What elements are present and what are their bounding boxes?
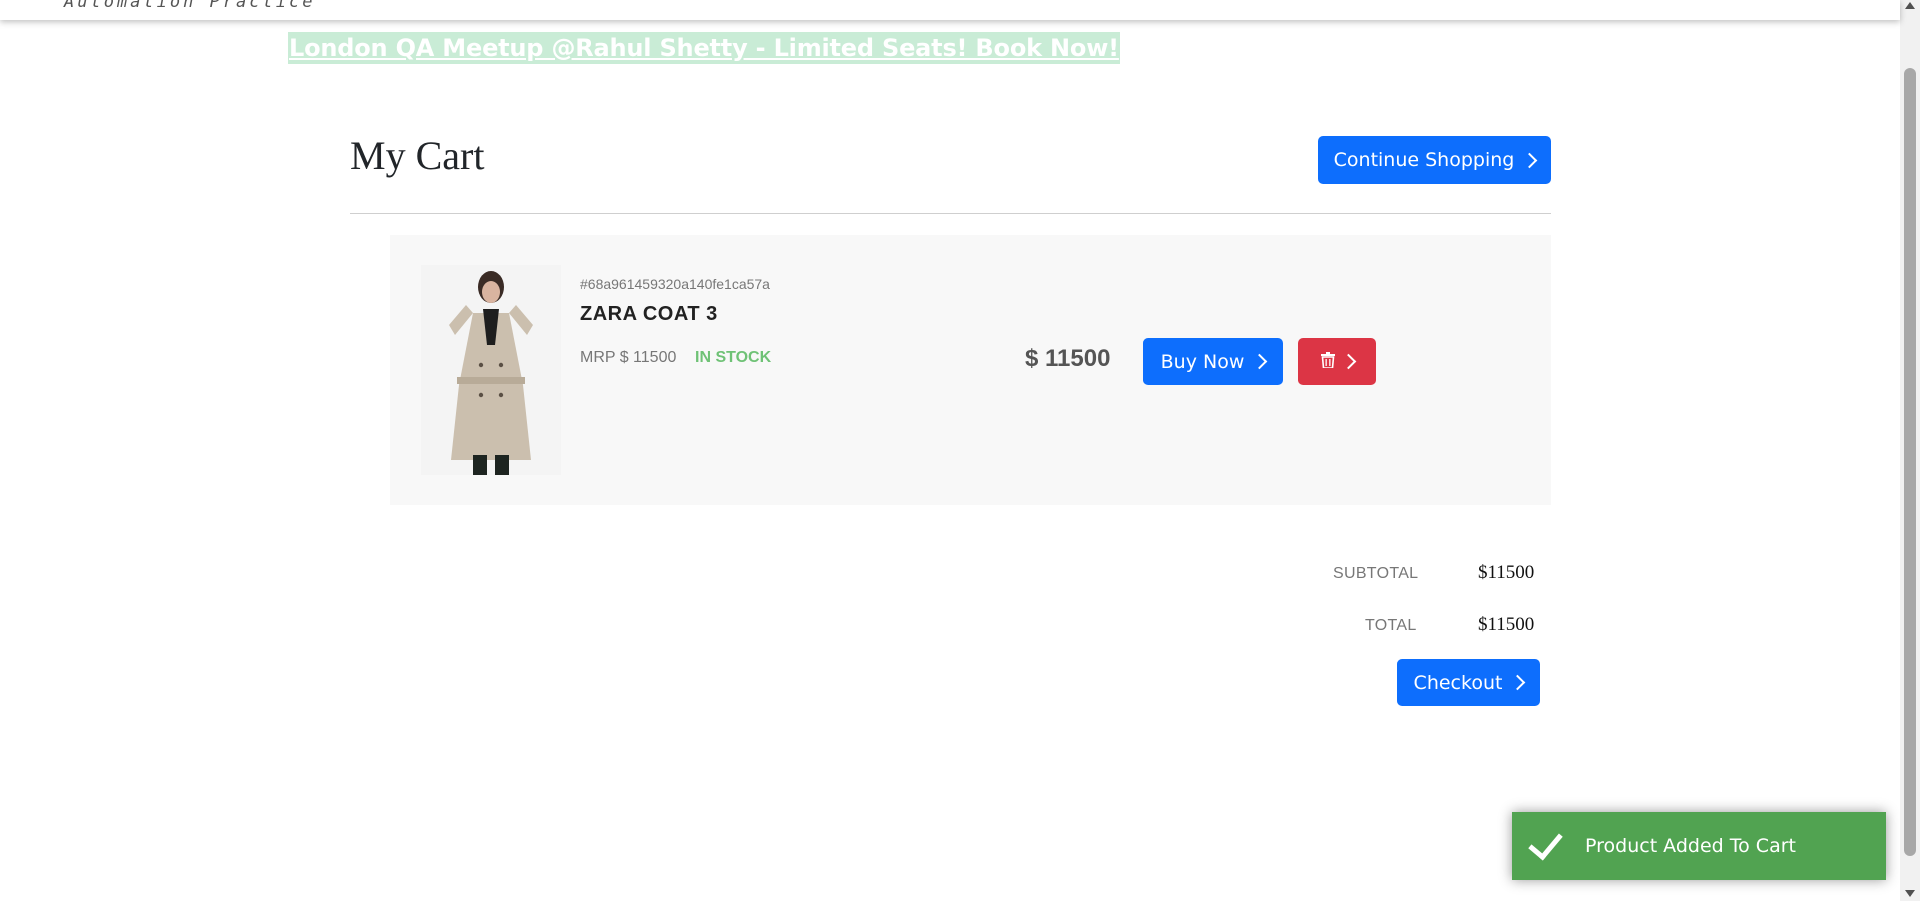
continue-shopping-button[interactable]: Continue Shopping <box>1318 136 1551 184</box>
scroll-down-arrow-icon[interactable] <box>1905 890 1915 897</box>
cart-item: #68a961459320a140fe1ca57a ZARA COAT 3 MR… <box>390 235 1551 505</box>
coat-product-image <box>421 265 561 475</box>
toast-message: Product Added To Cart <box>1585 835 1796 857</box>
delete-item-button[interactable] <box>1298 338 1376 385</box>
page-title: My Cart <box>350 133 485 178</box>
checkout-button[interactable]: Checkout <box>1397 659 1540 706</box>
scroll-up-arrow-icon[interactable] <box>1905 2 1915 9</box>
subtotal-value: $11500 <box>1478 562 1535 583</box>
buy-now-label: Buy Now <box>1160 350 1245 373</box>
buy-now-button[interactable]: Buy Now <box>1143 338 1283 385</box>
checkout-label: Checkout <box>1413 671 1503 694</box>
checkmark-icon <box>1528 824 1563 860</box>
continue-shopping-label: Continue Shopping <box>1333 149 1515 171</box>
product-id: #68a961459320a140fe1ca57a <box>580 276 770 292</box>
chevron-right-icon <box>1510 674 1526 691</box>
chevron-right-icon <box>1522 152 1538 168</box>
trash-icon <box>1320 351 1335 373</box>
chevron-right-icon <box>1340 353 1356 370</box>
product-name: ZARA COAT 3 <box>580 303 718 325</box>
promo-link[interactable]: London QA Meetup @Rahul Shetty - Limited… <box>288 32 1120 64</box>
stock-status: IN STOCK <box>695 349 772 366</box>
subtotal-label: SUBTOTAL <box>1333 565 1419 582</box>
total-label: TOTAL <box>1365 617 1417 634</box>
item-price: $ 11500 <box>1025 345 1111 372</box>
top-navbar: Automation Practice <box>0 0 1900 20</box>
toast-notification[interactable]: Product Added To Cart <box>1512 812 1886 880</box>
chevron-right-icon <box>1252 353 1268 370</box>
divider <box>350 213 1551 214</box>
total-value: $11500 <box>1478 614 1535 635</box>
scrollbar-thumb[interactable] <box>1904 68 1916 856</box>
brand-subtitle: Automation Practice <box>64 0 316 12</box>
product-mrp: MRP $ 11500 <box>580 349 677 366</box>
